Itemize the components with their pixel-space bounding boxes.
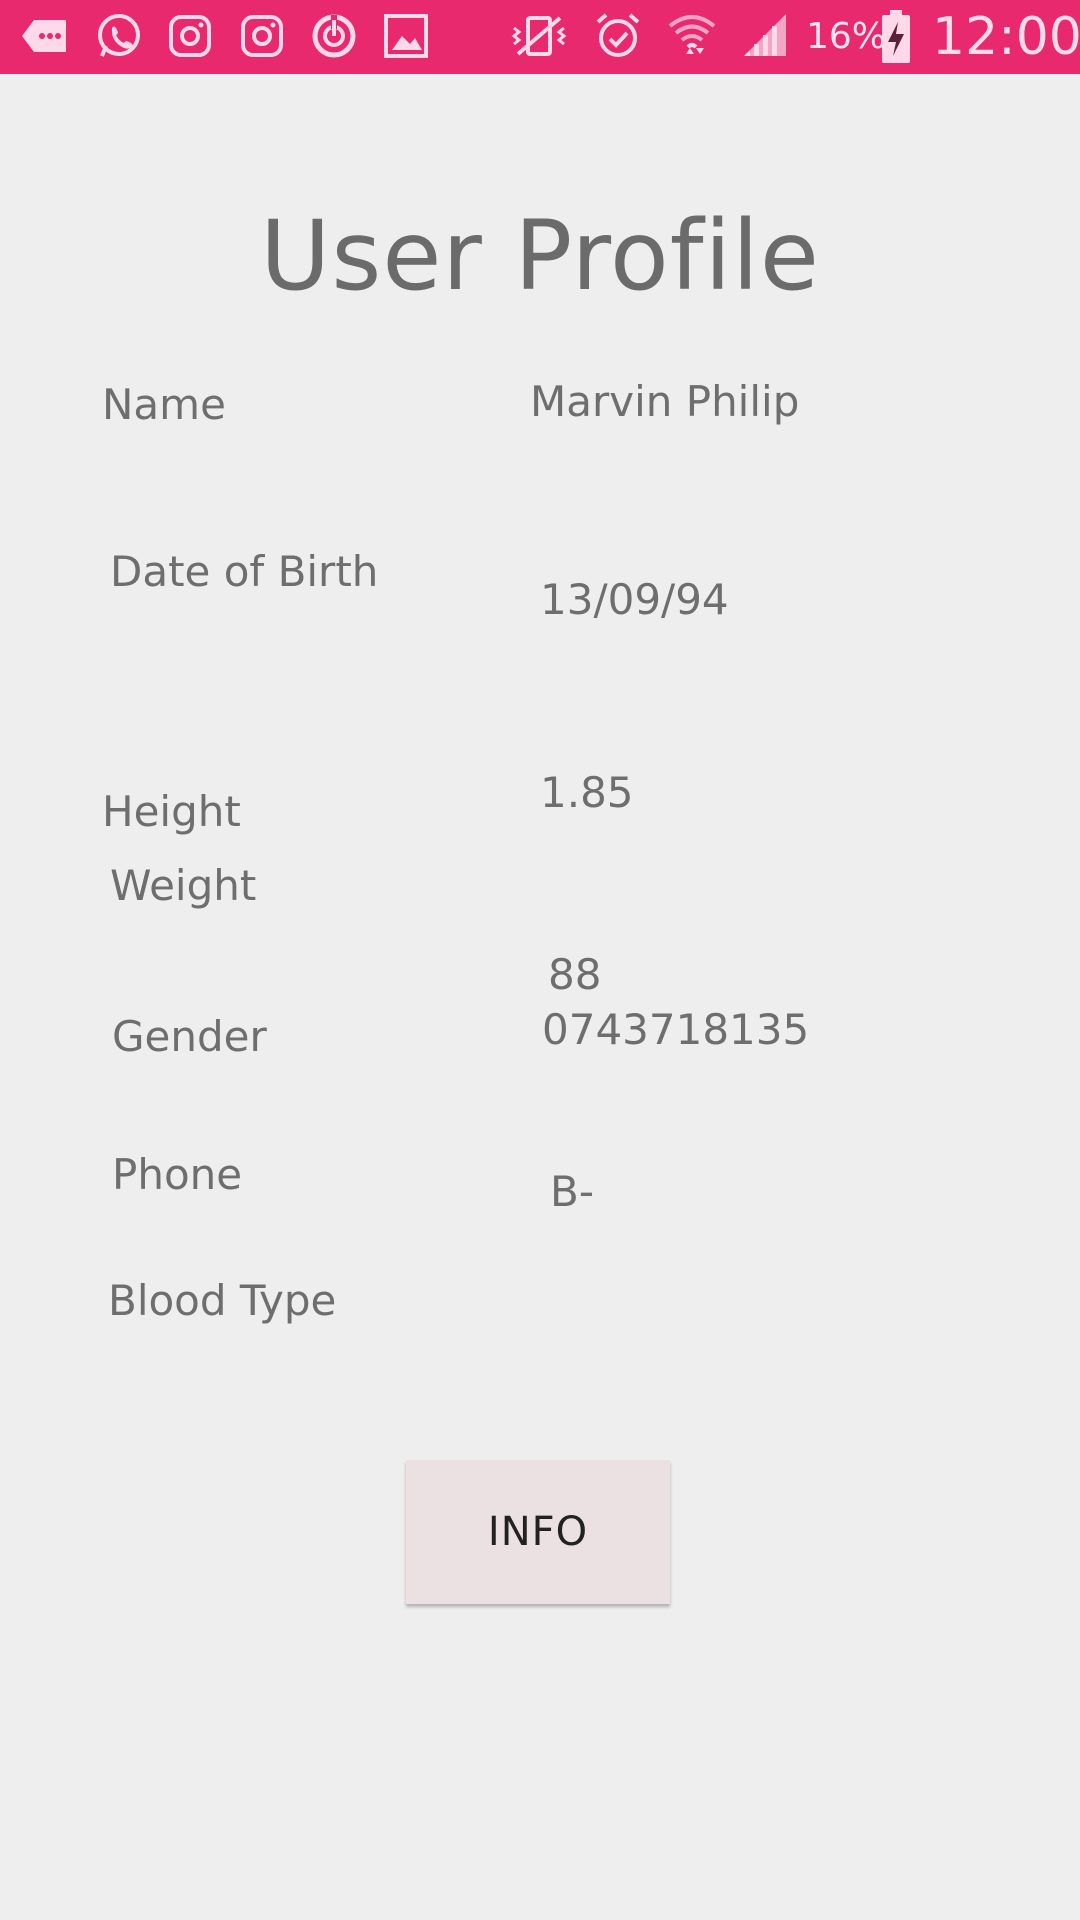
weight-value: 88 <box>548 950 602 999</box>
info-button[interactable]: INFO <box>406 1460 670 1604</box>
page-title: User Profile <box>260 200 820 312</box>
battery-percent: 16% <box>806 16 887 57</box>
instagram-icon <box>236 10 288 62</box>
blood-type-value: B- <box>550 1167 594 1216</box>
battery-charging-icon <box>876 8 916 66</box>
name-label: Name <box>102 380 226 429</box>
phone-label: Phone <box>112 1150 243 1199</box>
height-value: 1.85 <box>540 768 634 817</box>
signal-icon <box>740 10 792 62</box>
gender-label: Gender <box>112 1012 267 1061</box>
weight-label: Weight <box>110 861 257 910</box>
blood-type-label: Blood Type <box>108 1276 337 1325</box>
clock-time: 12:00 <box>932 7 1080 67</box>
instagram-icon <box>164 10 216 62</box>
sync-app-icon <box>308 10 360 62</box>
name-value: Marvin Philip <box>530 377 800 426</box>
status-bar: 16% 12:00 <box>0 0 1080 74</box>
dob-value: 13/09/94 <box>540 575 729 624</box>
wifi-icon <box>666 10 718 62</box>
dob-label: Date of Birth <box>110 547 379 596</box>
whatsapp-icon <box>92 10 144 62</box>
gallery-icon <box>380 10 432 62</box>
alarm-icon <box>592 10 644 62</box>
height-label: Height <box>102 787 241 836</box>
message-icon <box>18 10 70 62</box>
vibrate-icon <box>510 10 568 62</box>
phone-value: 0743718135 <box>542 1005 810 1054</box>
